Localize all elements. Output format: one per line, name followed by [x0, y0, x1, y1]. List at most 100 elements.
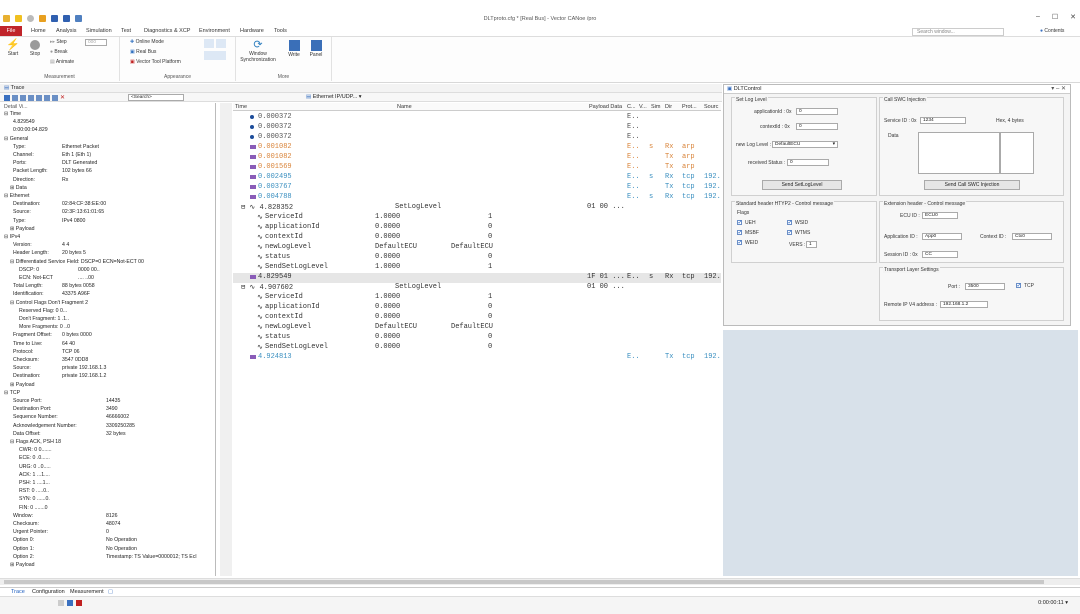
trace-row[interactable]: ⊟ ∿ 4.828352 SetLogLevel 01 00 ...: [233, 203, 721, 213]
toolbar-icon[interactable]: [12, 94, 18, 101]
detail-label[interactable]: ⊟ Ethernet: [4, 193, 29, 199]
dlt-window-controls[interactable]: ▾ – ✕: [1051, 85, 1066, 92]
trace-row[interactable]: ∿ SendSetLogLevel 1.0000 1: [233, 263, 721, 273]
stop-icon[interactable]: [27, 15, 34, 22]
detail-label[interactable]: ⊟ Flags ACK, PSH 18: [10, 439, 61, 445]
trace-row[interactable]: ∿ status 0.0000 0: [233, 333, 721, 343]
panel-button[interactable]: Panel: [308, 40, 324, 58]
detail-label[interactable]: ⊞ Payload: [10, 562, 35, 568]
detail-label[interactable]: ⊞ Payload: [10, 382, 35, 388]
window-layout-icon[interactable]: [204, 51, 226, 60]
filter-dropdown[interactable]: ▤ Ethernet IP/UDP... ▾: [306, 94, 362, 100]
scrollbar-thumb[interactable]: [4, 580, 1044, 584]
detail-view-header[interactable]: Detail Vi...: [4, 104, 28, 110]
detail-label[interactable]: ⊟ TCP: [4, 390, 20, 396]
trace-row[interactable]: ∿ contextId 0.0000 0: [233, 233, 721, 243]
toolbar-icon[interactable]: [52, 94, 58, 101]
open-icon[interactable]: [39, 15, 46, 22]
detail-label[interactable]: ⊟ Time: [4, 111, 21, 117]
ueh-checkbox[interactable]: [737, 219, 743, 226]
trace-row[interactable]: ∿ applicationId 0.0000 0: [233, 303, 721, 313]
ecu-id-input[interactable]: ECU0: [922, 212, 958, 219]
menu-diagnostics[interactable]: Diagnostics & XCP: [144, 28, 190, 34]
tcp-checkbox[interactable]: [1016, 282, 1022, 289]
toolbar-icon[interactable]: [28, 94, 34, 101]
trace-row[interactable]: 0.002495 E.. s Rx tcp 192.: [233, 173, 721, 183]
tab-trace[interactable]: Trace: [11, 589, 25, 595]
received-status-input[interactable]: 0: [787, 159, 829, 166]
trace-row[interactable]: 4.924813 E.. Tx tcp 192.: [233, 353, 721, 363]
trace-row[interactable]: ∿ newLogLevel DefaultECU DefaultECU: [233, 323, 721, 333]
animation-speed-select[interactable]: 000: [85, 39, 107, 46]
trace-row[interactable]: 0.004788 E.. s Rx tcp 192.: [233, 193, 721, 203]
trace-splitter[interactable]: [220, 103, 232, 576]
save-icon[interactable]: [51, 15, 58, 22]
menu-home[interactable]: Home: [31, 28, 46, 34]
toolbar-icon[interactable]: [20, 94, 26, 101]
trace-row[interactable]: 0.000372 E..: [233, 133, 721, 143]
stop-button[interactable]: Stop: [27, 40, 43, 57]
vers-input[interactable]: 1: [806, 241, 817, 248]
menu-hardware[interactable]: Hardware: [240, 28, 264, 34]
detail-label[interactable]: ⊟ Control Flags Don't Fragment 2: [10, 300, 88, 306]
service-id-input[interactable]: 1234: [920, 117, 966, 124]
trace-row[interactable]: ∿ ServiceId 1.0000 1: [233, 293, 721, 303]
send-call-swc-injection-button[interactable]: Send Call SWC Injection: [924, 180, 1020, 190]
data-textarea-ascii[interactable]: [1000, 132, 1034, 174]
trace-row[interactable]: ⊟ ∿ 4.907602 SetLogLevel 01 00 ...: [233, 283, 721, 293]
maximize-icon[interactable]: ☐: [1052, 13, 1058, 21]
detail-label[interactable]: ⊞ Data: [10, 185, 27, 191]
weid-checkbox[interactable]: [737, 239, 743, 246]
trace-row[interactable]: 0.000372 E..: [233, 113, 721, 123]
trace-row[interactable]: 0.003767 E.. Tx tcp 192.: [233, 183, 721, 193]
tab-measurement[interactable]: Measurement: [70, 589, 104, 595]
lightning-icon[interactable]: [15, 15, 22, 22]
trace-search-input[interactable]: <Search>: [128, 94, 184, 101]
detail-label[interactable]: ⊞ Payload: [10, 226, 35, 232]
wtms-checkbox[interactable]: [787, 229, 793, 236]
search-window-input[interactable]: Search window...: [912, 28, 1004, 36]
clear-icon[interactable]: ✕: [60, 94, 65, 101]
detail-label[interactable]: ⊟ Differentiated Service Field: DSCP=0 E…: [10, 259, 144, 265]
view-icon[interactable]: [216, 39, 226, 48]
trace-row[interactable]: 0.001082 E.. s Rx arp: [233, 143, 721, 153]
horizontal-scrollbar[interactable]: [0, 578, 1080, 585]
animate-button[interactable]: ▤ Animate: [50, 59, 74, 65]
trace-row[interactable]: ∿ newLogLevel DefaultECU DefaultECU: [233, 243, 721, 253]
menu-analysis[interactable]: Analysis: [56, 28, 76, 34]
status-icon[interactable]: [67, 600, 73, 606]
new-tab-icon[interactable]: ▢: [108, 589, 113, 595]
detail-label[interactable]: ⊟ General: [4, 136, 28, 142]
trace-row[interactable]: ∿ status 0.0000 0: [233, 253, 721, 263]
online-mode-button[interactable]: ✚ Online Mode: [130, 39, 164, 45]
start-button[interactable]: ⚡ Start: [5, 40, 21, 58]
write-button[interactable]: Write: [286, 40, 302, 58]
remote-ip-input[interactable]: 192.168.1.2: [940, 301, 988, 308]
real-bus-button[interactable]: ▣ Real Bus: [130, 49, 156, 55]
data-textarea[interactable]: [918, 132, 1000, 174]
trace-row[interactable]: ∿ contextId 0.0000 0: [233, 313, 721, 323]
step-button[interactable]: ▸▸ Step: [50, 39, 67, 45]
window-sync-button[interactable]: ⟳ Window Synchronization: [239, 40, 277, 64]
msbf-checkbox[interactable]: [737, 229, 743, 236]
app-icon[interactable]: [3, 15, 10, 22]
contents-button[interactable]: ● Contents: [1040, 28, 1064, 34]
send-set-log-level-button[interactable]: Send SetLogLevel: [762, 180, 842, 190]
break-button[interactable]: ● Break: [50, 49, 67, 55]
trace-row[interactable]: 0.001082 E.. Tx arp: [233, 153, 721, 163]
menu-tools[interactable]: Tools: [274, 28, 287, 34]
trace-row[interactable]: ∿ SendSetLogLevel 0.0000 0: [233, 343, 721, 353]
menu-test[interactable]: Test: [121, 28, 131, 34]
minimize-icon[interactable]: –: [1036, 13, 1040, 21]
status-icon[interactable]: [58, 600, 64, 606]
vector-tool-platform-button[interactable]: ▣ Vector Tool Platform: [130, 59, 181, 65]
trace-row[interactable]: ∿ applicationId 0.0000 0: [233, 223, 721, 233]
detail-label[interactable]: ⊟ IPv4: [4, 234, 20, 240]
trace-row[interactable]: 4.829549 1F 01 ... E.. s Rx tcp 192.: [233, 273, 721, 283]
panel-icon[interactable]: [75, 15, 82, 22]
status-icon[interactable]: [76, 600, 82, 606]
menu-environment[interactable]: Environment: [199, 28, 230, 34]
toolbar-icon[interactable]: [36, 94, 42, 101]
new-log-level-select[interactable]: DefaultECU ▾: [772, 141, 838, 148]
save-as-icon[interactable]: [63, 15, 70, 22]
